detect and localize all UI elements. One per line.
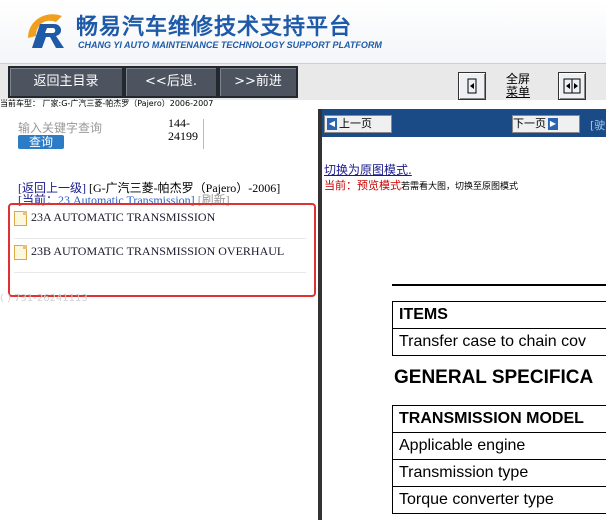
search-input[interactable]: 输入关键字查询 [18, 119, 102, 136]
nav-toolbar: 返回主目录 <<后退. >>前进 全屏 菜单 [0, 63, 606, 100]
left-panel: 输入关键字查询 查询 144- 24199 [返回上一级] [G-广汽三菱-帕杰… [0, 109, 319, 520]
expand-split-button[interactable] [558, 72, 586, 100]
changyi-logo-icon [28, 14, 64, 48]
list-separator [14, 272, 306, 273]
current-mode: 当前：预览模式若需看大图，切换至原图模式 [324, 179, 519, 192]
items-table-header: ITEMS [393, 302, 606, 329]
spec-table-header: TRANSMISSION MODEL [393, 406, 606, 433]
home-button[interactable]: 返回主目录 [8, 66, 124, 98]
app-header: 畅易汽车维修技术支持平台 CHANG YI AUTO MAINTENANCE T… [0, 0, 606, 64]
list-item[interactable]: 23A AUTOMATIC TRANSMISSION [14, 210, 215, 234]
collapse-arrow-icon [467, 78, 477, 94]
arrow-right-icon: ▶ [548, 118, 558, 130]
fullscreen-menu-link[interactable]: 全屏 菜单 [506, 73, 530, 99]
document-viewer: ◀ 上一页 下一页 ▶ [驶 切换为原图模式. 当前：预览模式若需看大图，切换至原图… [322, 109, 606, 520]
search-button[interactable]: 查询 [18, 135, 64, 149]
spec-table-row: Torque converter type [399, 491, 554, 508]
spec-table-row: Transmission type [393, 460, 606, 487]
collapse-left-button[interactable] [458, 72, 486, 100]
brand-title-en: CHANG YI AUTO MAINTENANCE TECHNOLOGY SUP… [78, 40, 382, 50]
arrow-left-icon: ◀ [327, 118, 337, 130]
split-arrows-icon [563, 78, 581, 94]
document-icon [14, 210, 27, 226]
page-rule [392, 284, 606, 286]
current-car-info: 当前车型： 厂家:G-广汽三菱-帕杰罗（Pajero）2006-2007 [0, 99, 214, 108]
viewer-bar-text[interactable]: [驶 [590, 117, 605, 133]
viewer-toolbar: ◀ 上一页 下一页 ▶ [驶 [322, 109, 606, 137]
switch-original-mode-link[interactable]: 切换为原图模式. [324, 161, 412, 178]
spec-table-row: Applicable engine [393, 433, 606, 460]
next-page-button[interactable]: 下一页 ▶ [512, 115, 580, 133]
list-separator [14, 238, 306, 239]
forward-button[interactable]: >>前进 [218, 66, 298, 98]
section-title: GENERAL SPECIFICA [394, 367, 594, 388]
back-button[interactable]: <<后退. [124, 66, 218, 98]
code-divider [203, 119, 204, 149]
doc-code: 144- 24199 [168, 116, 198, 143]
brand-title-cn: 畅易汽车维修技术支持平台 [76, 15, 353, 40]
items-table: ITEMS Transfer case to chain cov [392, 301, 606, 356]
spec-table: TRANSMISSION MODEL Applicable engine Tra… [392, 405, 606, 514]
footer-faint-text: ( ) 731-26241113 [0, 293, 88, 304]
items-table-row: Transfer case to chain cov [399, 333, 587, 350]
document-icon [14, 244, 27, 260]
prev-page-button[interactable]: ◀ 上一页 [324, 115, 392, 133]
list-item[interactable]: 23B AUTOMATIC TRANSMISSION OVERHAUL [14, 244, 284, 268]
